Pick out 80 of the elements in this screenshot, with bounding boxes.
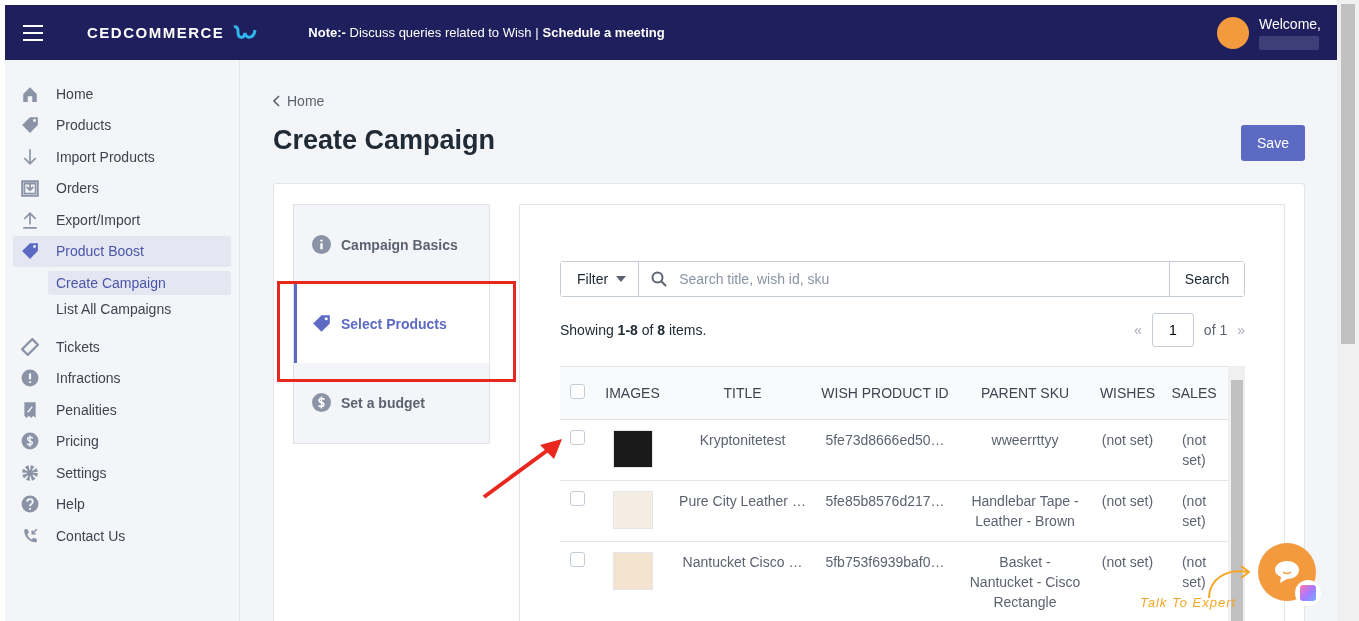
filter-button[interactable]: Filter [561,262,640,296]
product-photo-placeholder [612,491,653,529]
page-input[interactable]: 1 [1151,313,1194,347]
breadcrumb-link[interactable]: Home [273,93,325,109]
avatar[interactable] [1217,16,1249,49]
phone-icon [21,526,39,545]
tag-icon [312,314,331,333]
sidebar-item[interactable]: Settings [13,457,231,489]
sidebar-subitem[interactable]: List All Campaigns [48,297,231,321]
step-tab[interactable]: Set a budget [294,363,489,442]
sidebar-item[interactable]: Help [13,488,231,520]
chat-bubble-icon [1274,560,1300,584]
table-cell: Basket - Nantucket - Cisco Rectangle [955,541,1095,621]
page-scrollbar[interactable] [1337,0,1359,621]
sidebar-item[interactable]: Contact Us [13,520,231,552]
column-header: PARENT SKU [955,366,1095,420]
table-cell: (not set) [1095,480,1160,542]
page-count: of 1 [1203,322,1228,338]
gear-icon [21,463,39,482]
search-button[interactable]: Search [1169,262,1244,296]
page-title: Create Campaign [273,124,497,156]
sidebar-item[interactable]: Import Products [13,141,231,173]
receipt-icon [21,400,39,419]
menu-icon[interactable] [23,24,43,41]
info-icon [312,235,331,254]
table-cell: Handlebar Tape - Leather - Brown [955,480,1095,542]
step-tab[interactable]: Select Products [294,284,489,363]
sidebar-item[interactable]: Home [13,78,231,110]
sidebar-item[interactable]: Orders [13,172,231,204]
table-cell: Pure City Leather … [670,480,815,542]
select-all-checkbox[interactable] [570,384,585,399]
table-cell: 5fb753f6939baf0… [815,541,955,621]
help-icon [21,495,39,514]
items-summary: Showing 1-8 of 8 items. [560,322,707,338]
welcome-text: Welcome, [1259,15,1321,32]
download-tray-icon [21,179,39,198]
brand-logo: CEDCOMMERCE [87,24,225,41]
schedule-meeting-link[interactable]: Schedule a meeting [542,25,665,40]
dollar-icon [21,432,39,451]
column-header: IMAGES [595,366,670,420]
sidebar-item[interactable]: Pricing [13,425,231,457]
product-photo-placeholder [612,552,653,590]
note-text: Note:- Discuss queries related to Wish | [308,25,539,40]
sidebar-item[interactable]: Tickets [13,331,231,363]
product-photo-placeholder [612,430,653,468]
sidebar-item[interactable]: Products [13,109,231,141]
save-button[interactable]: Save [1241,125,1305,161]
column-header: SALES [1160,366,1228,420]
sidebar-subitem[interactable]: Create Campaign [48,271,231,295]
ticket-icon [21,337,39,356]
row-checkbox[interactable] [570,430,585,445]
step-tab[interactable]: Campaign Basics [294,205,489,284]
sidebar-item[interactable]: Export/Import [13,204,231,236]
sidebar-item[interactable]: Penalities [13,394,231,426]
sidebar-item[interactable]: Product Boost [13,235,231,267]
upload-icon [21,210,39,229]
dollar-icon [312,393,331,412]
table-cell: Nantucket Cisco … [670,541,815,621]
column-header: TITLE [670,366,815,420]
table-cell: 5fe73d8666ed50… [815,419,955,481]
exclamation-icon [21,369,39,388]
search-icon [651,271,668,287]
row-checkbox[interactable] [570,552,585,567]
talk-to-expert-caption: Talk To Expert [1140,595,1237,610]
tag-icon [21,242,39,261]
chevron-left-icon [273,95,281,107]
table-cell: wweerrttyy [955,419,1095,481]
row-checkbox[interactable] [570,491,585,506]
sidebar-item[interactable]: Infractions [13,362,231,394]
column-header: WISH PRODUCT ID [815,366,955,420]
logo-icon [232,23,259,42]
column-header: WISHES [1095,366,1160,420]
table-cell: 5fe85b8576d217… [815,480,955,542]
table-cell: (not set) [1095,419,1160,481]
search-bar[interactable]: Filter Search title, wish id, sku Search [560,261,1245,297]
tag-icon [21,116,39,135]
down-arrow-icon [21,147,39,166]
redacted-name [1259,35,1319,50]
table-cell: Kryptonitetest [670,419,815,481]
caret-icon [616,276,627,282]
